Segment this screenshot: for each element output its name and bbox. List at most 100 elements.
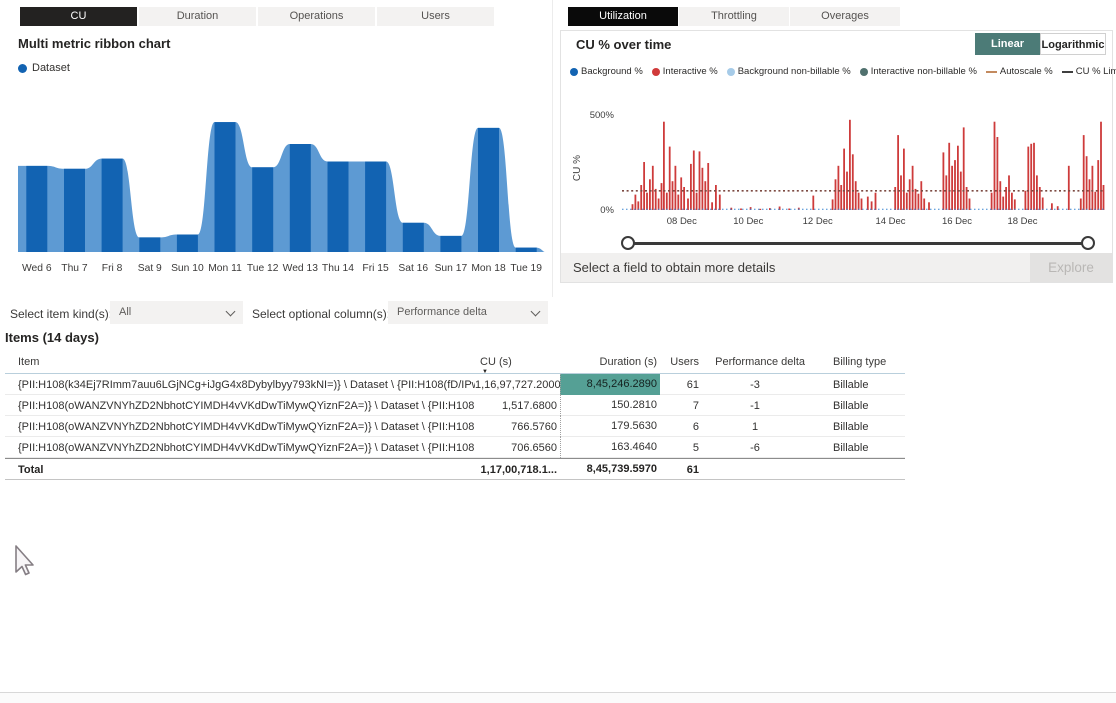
legend-dot-icon — [859, 67, 868, 76]
optional-column-value: Performance delta — [397, 306, 487, 318]
col-header-users[interactable]: Users — [660, 356, 702, 368]
col-header-cu[interactable]: CU (s) ▼ — [475, 355, 560, 375]
col-header-duration[interactable]: Duration (s) — [560, 356, 660, 368]
cell-duration: 163.4640 — [560, 437, 660, 458]
col-header-cu-label: CU (s) — [480, 355, 512, 368]
optional-column-dropdown[interactable]: Performance delta — [388, 301, 548, 324]
svg-text:16 Dec: 16 Dec — [942, 216, 972, 227]
chevron-down-icon — [225, 306, 236, 317]
cell-users: 5 — [692, 441, 699, 454]
tab-throttling[interactable]: Throttling — [679, 7, 789, 26]
cell-users: 61 — [686, 378, 699, 391]
time-range-slider-track[interactable] — [628, 242, 1088, 245]
cell-performance-delta: -1 — [750, 399, 760, 412]
items-table: Item CU (s) ▼ Duration (s) Users Perform… — [5, 350, 905, 480]
items-table-header: Item CU (s) ▼ Duration (s) Users Perform… — [5, 350, 905, 375]
cu-over-time-title: CU % over time — [576, 37, 672, 52]
cell-billing-type: Billable — [833, 441, 869, 454]
mouse-cursor — [15, 545, 34, 576]
cell-duration: 150.2810 — [560, 395, 660, 416]
cell-users: 6 — [692, 420, 699, 433]
cell-billing-type: Billable — [833, 420, 869, 433]
time-range-slider-handle-right[interactable] — [1081, 236, 1095, 250]
svg-text:500%: 500% — [590, 110, 615, 121]
sort-desc-icon: ▼ — [482, 368, 488, 375]
explore-hint-text: Select a field to obtain more details — [573, 260, 776, 275]
ribbon-x-label: Tue 19 — [510, 263, 543, 274]
legend-item[interactable]: Autoscale % — [985, 66, 1053, 77]
panel-divider — [552, 0, 553, 297]
cell-duration: 8,45,246.2890 — [560, 374, 660, 395]
cu-over-time-chart[interactable]: 500% 0% CU % 08 Dec 10 Dec 12 Dec 14 Dec 16 Dec… — [566, 90, 1111, 232]
col-header-performance-delta[interactable]: Performance delta — [702, 356, 808, 368]
tab-overages[interactable]: Overages — [790, 7, 900, 26]
explore-button[interactable]: Explore — [1030, 253, 1112, 282]
item-kind-dropdown[interactable]: All — [110, 301, 243, 324]
legend-item[interactable]: Background non-billable % — [726, 66, 851, 77]
logarithmic-button[interactable]: Logarithmic — [1040, 33, 1106, 55]
svg-text:0%: 0% — [600, 205, 614, 216]
items-table-total-row: Total 1,17,00,718.1... 8,45,739.5970 61 — [5, 458, 905, 480]
optional-column-label: Select optional column(s): — [252, 307, 391, 321]
svg-text:10 Dec: 10 Dec — [733, 216, 763, 227]
cell-performance-delta: -6 — [750, 441, 760, 454]
legend-dash-icon — [1061, 70, 1073, 73]
col-header-billing-type[interactable]: Billing type — [808, 356, 905, 368]
total-users: 61 — [686, 463, 699, 476]
legend-item[interactable]: Background % — [570, 66, 643, 77]
cell-users: 7 — [692, 399, 699, 412]
legend-item[interactable]: Interactive % — [651, 66, 718, 77]
tab-duration[interactable]: Duration — [139, 7, 256, 26]
linear-button[interactable]: Linear — [975, 33, 1040, 55]
svg-text:08 Dec: 08 Dec — [667, 216, 697, 227]
cell-duration: 179.5630 — [560, 416, 660, 437]
cell-performance-delta: -3 — [750, 378, 760, 391]
svg-text:CU %: CU % — [572, 155, 583, 181]
cell-item: {PII:H108(oWANZVNYhZD2NbhotCYIMDH4vVKdDw… — [18, 399, 475, 412]
cell-performance-delta: 1 — [751, 420, 759, 433]
legend-label: Autoscale % — [999, 66, 1053, 77]
cell-cu: 1,517.6800 — [501, 399, 557, 412]
legend-item[interactable]: CU % Limit — [1061, 66, 1116, 77]
legend-label: Background non-billable % — [737, 66, 851, 77]
item-kind-label: Select item kind(s): — [10, 307, 113, 321]
tab-users[interactable]: Users — [377, 7, 494, 26]
tab-cu[interactable]: CU — [20, 7, 137, 26]
items-table-title: Items (14 days) — [5, 330, 99, 345]
cell-item: {PII:H108(oWANZVNYhZD2NbhotCYIMDH4vVKdDw… — [18, 420, 475, 433]
cu-over-time-legend: Background % Interactive % Background non-… — [570, 66, 1116, 77]
col-header-item[interactable]: Item — [5, 356, 475, 368]
total-duration: 8,45,739.5970 — [586, 463, 657, 475]
svg-text:14 Dec: 14 Dec — [875, 216, 905, 227]
legend-label: CU % Limit — [1075, 66, 1116, 77]
time-range-slider-handle-left[interactable] — [621, 236, 635, 250]
cell-item: {PII:H108(oWANZVNYhZD2NbhotCYIMDH4vVKdDw… — [18, 441, 475, 454]
legend-dot-icon — [651, 67, 660, 76]
legend-dash-icon — [985, 70, 997, 73]
legend-label: Interactive non-billable % — [870, 66, 977, 77]
bottom-strip — [0, 693, 1116, 703]
legend-item[interactable]: Interactive non-billable % — [859, 66, 977, 77]
chevron-down-icon — [530, 306, 541, 317]
legend-dot-icon — [570, 67, 578, 76]
cell-cu: 766.5760 — [511, 420, 557, 433]
table-row[interactable]: {PII:H108(oWANZVNYhZD2NbhotCYIMDH4vVKdDw… — [5, 437, 905, 458]
legend-dot-icon — [726, 67, 735, 76]
cell-billing-type: Billable — [833, 378, 869, 391]
table-row[interactable]: {PII:H108(oWANZVNYhZD2NbhotCYIMDH4vVKdDw… — [5, 395, 905, 416]
legend-label: Interactive % — [662, 66, 718, 77]
dataset-legend-dot-icon — [18, 63, 27, 73]
table-row[interactable]: {PII:H108(k34Ej7RImm7auu6LGjNCg+iJgG4x8D… — [5, 374, 905, 395]
table-row[interactable]: {PII:H108(oWANZVNYhZD2NbhotCYIMDH4vVKdDw… — [5, 416, 905, 437]
ribbon-chart[interactable] — [14, 100, 549, 260]
explore-bar: Select a field to obtain more details Ex… — [561, 253, 1112, 282]
legend-label: Background % — [581, 66, 643, 77]
cell-billing-type: Billable — [833, 399, 869, 412]
cell-cu: 1,16,97,727.2000 — [475, 378, 561, 391]
ribbon-chart-title: Multi metric ribbon chart — [18, 36, 171, 51]
tab-operations[interactable]: Operations — [258, 7, 375, 26]
cell-cu: 706.6560 — [511, 441, 557, 454]
tab-utilization[interactable]: Utilization — [568, 7, 678, 26]
cell-item: {PII:H108(k34Ej7RImm7auu6LGjNCg+iJgG4x8D… — [18, 378, 475, 391]
svg-text:18 Dec: 18 Dec — [1007, 216, 1037, 227]
